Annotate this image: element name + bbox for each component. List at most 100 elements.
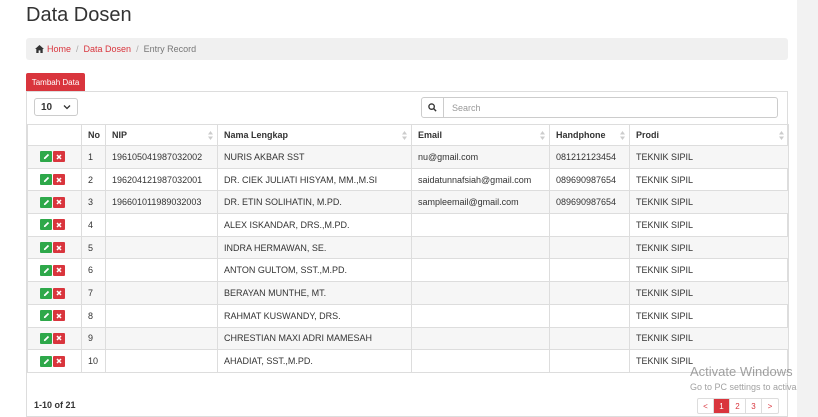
cell-nama: RAHMAT KUSWANDY, DRS. bbox=[217, 303, 412, 328]
col-header-no-label: No bbox=[88, 130, 100, 140]
cell-handphone bbox=[549, 326, 630, 351]
col-header-nama[interactable]: Nama Lengkap bbox=[217, 124, 412, 146]
col-header-email[interactable]: Email bbox=[411, 124, 550, 146]
edit-icon bbox=[43, 290, 49, 296]
search-box bbox=[421, 97, 778, 118]
pagination-page-1[interactable]: 1 bbox=[714, 399, 730, 413]
cell-no: 1 bbox=[81, 145, 106, 169]
cell-email bbox=[411, 213, 550, 237]
delete-button[interactable] bbox=[53, 355, 65, 367]
col-header-handphone[interactable]: Handphone bbox=[549, 124, 630, 146]
table-row: 5 INDRA HERMAWAN, SE. TEKNIK SIPIL bbox=[27, 235, 789, 260]
edit-button[interactable] bbox=[40, 355, 52, 367]
edit-button[interactable] bbox=[40, 310, 52, 322]
cell-no: 2 bbox=[81, 167, 106, 192]
col-header-no[interactable]: No bbox=[81, 124, 106, 146]
cell-handphone bbox=[549, 235, 630, 260]
cell-handphone bbox=[549, 281, 630, 305]
chevron-down-icon bbox=[63, 105, 71, 110]
edit-button[interactable] bbox=[40, 174, 52, 186]
add-data-button[interactable]: Tambah Data bbox=[26, 73, 85, 91]
cell-prodi: TEKNIK SIPIL bbox=[629, 190, 789, 215]
cell-no: 10 bbox=[81, 349, 106, 373]
per-page-select[interactable]: 10 bbox=[34, 98, 78, 116]
delete-button[interactable] bbox=[53, 196, 65, 208]
cell-nip bbox=[105, 349, 218, 373]
delete-button[interactable] bbox=[53, 310, 65, 322]
per-page-value: 10 bbox=[41, 101, 53, 113]
col-header-handphone-label: Handphone bbox=[556, 130, 606, 140]
cell-handphone: 081212123454 bbox=[549, 145, 630, 169]
cell-nip: 196105041987032002 bbox=[105, 145, 218, 169]
delete-button[interactable] bbox=[53, 287, 65, 299]
window-edge bbox=[797, 0, 818, 417]
edit-icon bbox=[43, 267, 49, 273]
cell-nip bbox=[105, 326, 218, 351]
cell-handphone bbox=[549, 349, 630, 373]
sort-icon bbox=[208, 131, 213, 140]
cell-email: sampleemail@gmail.com bbox=[411, 190, 550, 215]
pagination-page-2[interactable]: 2 bbox=[730, 399, 746, 413]
table-toolbar: 10 bbox=[27, 92, 787, 122]
table-row: 8 RAHMAT KUSWANDY, DRS. TEKNIK SIPIL bbox=[27, 303, 789, 328]
edit-button[interactable] bbox=[40, 242, 52, 254]
breadcrumb-section-link[interactable]: Data Dosen bbox=[84, 44, 132, 54]
cell-nama: BERAYAN MUNTHE, MT. bbox=[217, 281, 412, 305]
cell-nama: ALEX ISKANDAR, DRS.,M.PD. bbox=[217, 213, 412, 237]
pagination-next-button[interactable]: > bbox=[762, 399, 778, 413]
edit-button[interactable] bbox=[40, 332, 52, 344]
cell-handphone bbox=[549, 303, 630, 328]
search-input[interactable] bbox=[444, 98, 777, 117]
home-icon bbox=[35, 45, 44, 53]
cell-email bbox=[411, 303, 550, 328]
edit-icon bbox=[43, 245, 49, 251]
breadcrumb-home-link[interactable]: Home bbox=[35, 44, 71, 54]
cell-email bbox=[411, 235, 550, 260]
cell-nama: INDRA HERMAWAN, SE. bbox=[217, 235, 412, 260]
cell-prodi: TEKNIK SIPIL bbox=[629, 235, 789, 260]
edit-button[interactable] bbox=[40, 287, 52, 299]
col-header-actions bbox=[27, 124, 82, 146]
cell-prodi: TEKNIK SIPIL bbox=[629, 326, 789, 351]
pagination-prev-button[interactable]: < bbox=[698, 399, 714, 413]
cell-nama: ANTON GULTOM, SST.,M.PD. bbox=[217, 258, 412, 283]
delete-button[interactable] bbox=[53, 174, 65, 186]
cell-nama: DR. ETIN SOLIHATIN, M.PD. bbox=[217, 190, 412, 215]
delete-icon bbox=[56, 177, 62, 183]
delete-button[interactable] bbox=[53, 332, 65, 344]
cell-prodi: TEKNIK SIPIL bbox=[629, 167, 789, 192]
page-title: Data Dosen bbox=[26, 4, 132, 26]
delete-button[interactable] bbox=[53, 219, 65, 231]
sort-icon bbox=[779, 131, 784, 140]
pagination-page-3[interactable]: 3 bbox=[746, 399, 762, 413]
row-actions bbox=[27, 303, 82, 328]
col-header-email-label: Email bbox=[418, 130, 443, 140]
delete-button[interactable] bbox=[53, 242, 65, 254]
breadcrumb-separator: / bbox=[76, 44, 79, 54]
edit-icon bbox=[43, 358, 49, 364]
cell-prodi: TEKNIK SIPIL bbox=[629, 145, 789, 169]
col-header-prodi[interactable]: Prodi bbox=[629, 124, 789, 146]
cell-nama: NURIS AKBAR SST bbox=[217, 145, 412, 169]
cell-no: 6 bbox=[81, 258, 106, 283]
edit-button[interactable] bbox=[40, 151, 52, 163]
edit-button[interactable] bbox=[40, 219, 52, 231]
edit-button[interactable] bbox=[40, 196, 52, 208]
record-count: 1-10 of 21 bbox=[34, 400, 76, 410]
delete-button[interactable] bbox=[53, 264, 65, 276]
watermark-line-2: Go to PC settings to activa bbox=[690, 382, 797, 392]
cell-nama: DR. CIEK JULIATI HISYAM, MM.,M.SI bbox=[217, 167, 412, 192]
cell-nip bbox=[105, 213, 218, 237]
search-icon[interactable] bbox=[422, 98, 444, 117]
edit-button[interactable] bbox=[40, 264, 52, 276]
cell-handphone bbox=[549, 213, 630, 237]
delete-button[interactable] bbox=[53, 151, 65, 163]
cell-no: 4 bbox=[81, 213, 106, 237]
col-header-nip[interactable]: NIP bbox=[105, 124, 218, 146]
row-actions bbox=[27, 213, 82, 237]
cell-no: 9 bbox=[81, 326, 106, 351]
col-header-prodi-label: Prodi bbox=[636, 130, 660, 140]
table-row: 10 AHADIAT, SST.,M.PD. TEKNIK SIPIL bbox=[27, 349, 789, 373]
dosen-table: No NIP Nama Lengkap Email Handphone Prod… bbox=[27, 124, 789, 373]
table-row: 6 ANTON GULTOM, SST.,M.PD. TEKNIK SIPIL bbox=[27, 258, 789, 283]
